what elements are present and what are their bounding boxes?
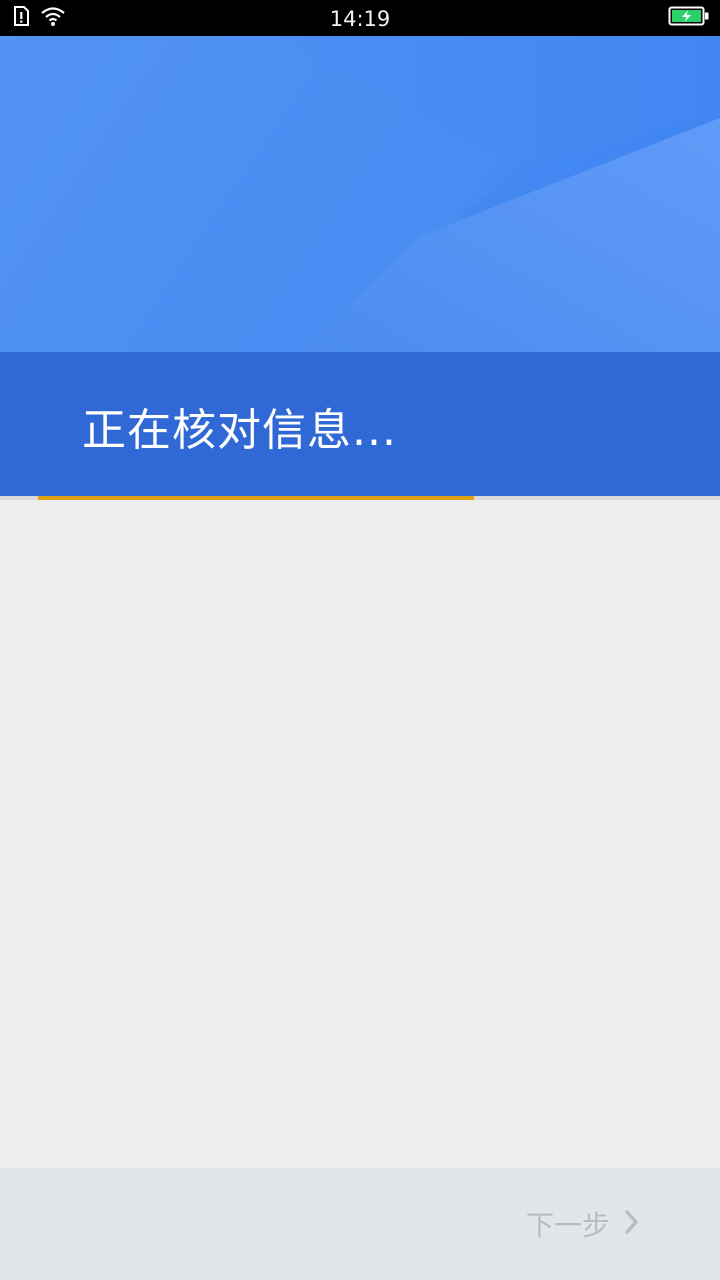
header-background-art (0, 36, 720, 354)
status-time: 14:19 (329, 7, 391, 31)
battery-charging-icon (668, 5, 710, 31)
chevron-right-icon (624, 1209, 640, 1239)
header-banner: 正在核对信息... (0, 36, 720, 496)
status-right-icons (668, 5, 710, 31)
footer-bar: 下一步 (0, 1168, 720, 1280)
page-title: 正在核对信息... (82, 405, 397, 456)
screen: 14:19 正在核对信息... 下一步 (0, 0, 720, 1280)
status-bar: 14:19 (0, 0, 720, 36)
content-area (0, 500, 720, 1168)
next-button-label: 下一步 (525, 1209, 610, 1242)
next-button[interactable]: 下一步 (526, 1206, 640, 1242)
